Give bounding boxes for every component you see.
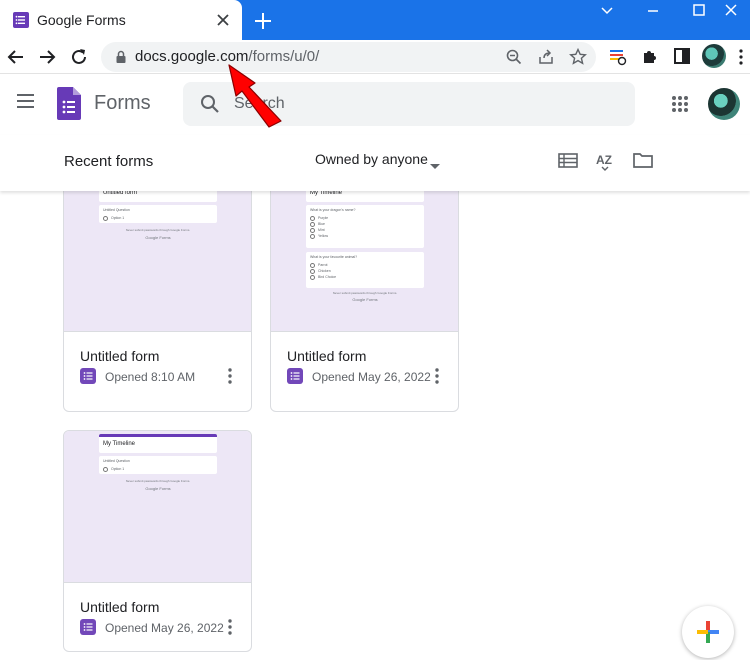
forms-logo-icon[interactable]: [57, 87, 81, 120]
more-options-icon[interactable]: [226, 367, 234, 385]
mini-form-question: What is your favourite animal? Parrot Ch…: [306, 252, 424, 288]
extensions-puzzle-icon[interactable]: [639, 45, 661, 67]
form-card[interactable]: Untitled form Untitled Question Option 1…: [63, 191, 252, 412]
more-options-icon[interactable]: [433, 367, 441, 385]
form-thumbnail[interactable]: Untitled form Untitled Question Option 1…: [64, 191, 251, 332]
search-icon[interactable]: [199, 93, 221, 115]
mini-form-brand: Google Forms: [352, 297, 378, 302]
share-icon[interactable]: [536, 47, 556, 67]
side-panel-icon[interactable]: [671, 45, 693, 67]
form-card-title[interactable]: Untitled form: [80, 599, 159, 615]
forms-file-icon: [80, 368, 96, 384]
recent-forms-toolbar: Recent forms Owned by anyone AZ: [0, 135, 750, 191]
tab-title: Google Forms: [37, 12, 126, 28]
browser-toolbar: docs.google.com/forms/u/0/: [0, 40, 750, 74]
tab-search-icon[interactable]: [584, 0, 630, 24]
colorful-plus-icon: [697, 621, 719, 643]
forms-file-icon: [80, 619, 96, 635]
mini-question-text: What is your dragon's name?: [310, 208, 356, 212]
chrome-menu-icon[interactable]: [734, 47, 748, 67]
form-card-opened: Opened May 26, 2022: [105, 621, 224, 635]
mini-form-header: My Timeline: [306, 191, 424, 202]
mini-form-question: Untitled Question Option 1: [99, 456, 217, 474]
lock-icon[interactable]: [113, 49, 129, 65]
forms-file-icon: [287, 368, 303, 384]
mini-form-title: Untitled form: [103, 191, 138, 196]
mini-form-title: My Timeline: [310, 191, 343, 196]
browser-tab[interactable]: Google Forms: [0, 0, 242, 40]
chrome-profile-avatar[interactable]: [702, 44, 726, 68]
mini-form-footer: Never submit passwords through Google Fo…: [125, 228, 191, 232]
folder-icon[interactable]: [632, 149, 654, 171]
form-card[interactable]: My Timeline Untitled Question Option 1 N…: [63, 430, 252, 652]
svg-text:AZ: AZ: [596, 153, 612, 167]
mini-option: Option 1: [99, 466, 217, 472]
back-arrow-icon[interactable]: [4, 45, 28, 69]
form-card-title[interactable]: Untitled form: [287, 348, 366, 364]
mini-form-question: What is your dragon's name? Purple Blue …: [306, 205, 424, 248]
dropdown-caret-icon[interactable]: [430, 157, 440, 169]
zoom-icon[interactable]: [504, 47, 524, 67]
more-options-icon[interactable]: [226, 618, 234, 636]
form-card[interactable]: My Timeline What is your dragon's name? …: [270, 191, 459, 412]
extension-custom-icon[interactable]: [607, 45, 629, 67]
address-bar[interactable]: docs.google.com/forms/u/0/: [101, 42, 596, 72]
tab-close-icon[interactable]: [213, 10, 233, 30]
mini-form-brand: Google Forms: [145, 486, 171, 491]
form-card-opened: Opened 8:10 AM: [105, 370, 196, 384]
google-apps-icon[interactable]: [671, 95, 689, 113]
reload-icon[interactable]: [67, 45, 91, 69]
app-title[interactable]: Forms: [94, 92, 151, 115]
forms-favicon-icon: [13, 12, 29, 28]
mini-form-title: My Timeline: [103, 441, 136, 447]
mini-option: Yellow: [306, 233, 424, 239]
section-title: Recent forms: [64, 153, 154, 170]
list-view-icon[interactable]: [557, 149, 579, 171]
account-avatar[interactable]: [708, 88, 740, 120]
mini-question-text: Untitled Question: [103, 459, 130, 463]
browser-tabstrip: Google Forms: [0, 0, 750, 40]
mini-form-footer: Never submit passwords through Google Fo…: [125, 479, 191, 483]
forward-arrow-icon[interactable]: [35, 45, 59, 69]
mini-form-header: My Timeline: [99, 434, 217, 453]
mini-option: Bird Choice: [306, 274, 424, 280]
owner-filter-dropdown[interactable]: Owned by anyone: [315, 151, 428, 167]
form-card-title[interactable]: Untitled form: [80, 348, 159, 364]
bookmark-star-icon[interactable]: [568, 47, 588, 67]
sort-az-icon[interactable]: AZ: [594, 149, 616, 171]
form-thumbnail[interactable]: My Timeline What is your dragon's name? …: [271, 191, 458, 332]
close-window-button[interactable]: [710, 0, 750, 24]
new-tab-button[interactable]: [252, 10, 274, 32]
form-thumbnail[interactable]: My Timeline Untitled Question Option 1 N…: [64, 431, 251, 583]
minimize-button[interactable]: [630, 0, 676, 24]
main-menu-icon[interactable]: [16, 93, 36, 109]
mini-form-header: Untitled form: [99, 191, 217, 202]
mini-form-brand: Google Forms: [145, 235, 171, 240]
mini-option: Option 1: [99, 215, 217, 221]
new-form-button[interactable]: [682, 606, 734, 658]
form-card-opened: Opened May 26, 2022: [312, 370, 431, 384]
mini-question-text: What is your favourite animal?: [310, 255, 358, 259]
forms-header: Forms Search: [0, 75, 750, 135]
mini-form-footer: Never submit passwords through Google Fo…: [332, 291, 398, 295]
mini-question-text: Untitled Question: [103, 208, 130, 212]
mini-form-question: Untitled Question Option 1: [99, 205, 217, 223]
forms-grid: Untitled form Untitled Question Option 1…: [0, 191, 750, 660]
annotation-arrow-icon: [225, 63, 285, 129]
